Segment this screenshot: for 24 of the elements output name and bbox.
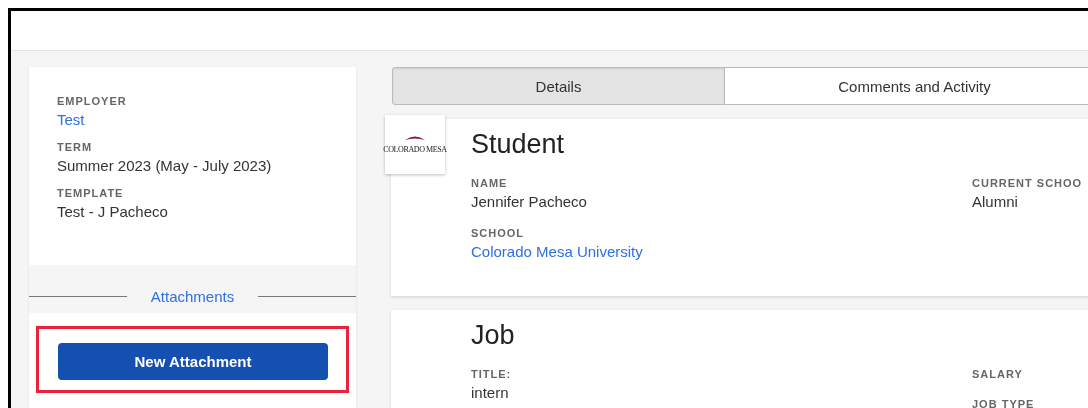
- field-label: NAME: [471, 176, 509, 190]
- section-title: Job: [471, 319, 516, 352]
- field-link[interactable]: Test: [57, 110, 328, 130]
- field-value: Test - J Pacheco: [57, 202, 169, 222]
- new-attachment-button[interactable]: New Attachment: [58, 343, 328, 380]
- field-value: Summer 2023 (May - July 2023): [57, 156, 273, 176]
- field-label: CURRENT SCHOO: [972, 176, 1084, 190]
- field-label: TEMPLATE: [57, 186, 125, 200]
- field-label: SCHOOL: [471, 226, 526, 240]
- field-label: TERM: [57, 140, 94, 154]
- field-link[interactable]: Colorado Mesa University: [471, 242, 972, 262]
- tab[interactable]: Comments and Activity: [725, 67, 1088, 105]
- arc-icon: [404, 135, 426, 141]
- field-value: Jennifer Pacheco: [471, 192, 588, 212]
- tab[interactable]: Details: [392, 67, 725, 105]
- field-label: EMPLOYER: [57, 94, 128, 108]
- field-value: intern: [471, 383, 510, 403]
- field-label: SALARY: [972, 367, 1024, 381]
- field-value: Alumni: [972, 192, 1019, 212]
- attachments-heading: Attachments: [149, 288, 236, 305]
- field-label: JOB TYPE: [972, 397, 1036, 408]
- logo-text: COLORADO MESA: [383, 145, 447, 154]
- field-label: TITLE:: [471, 367, 513, 381]
- section-title: Student: [471, 128, 566, 161]
